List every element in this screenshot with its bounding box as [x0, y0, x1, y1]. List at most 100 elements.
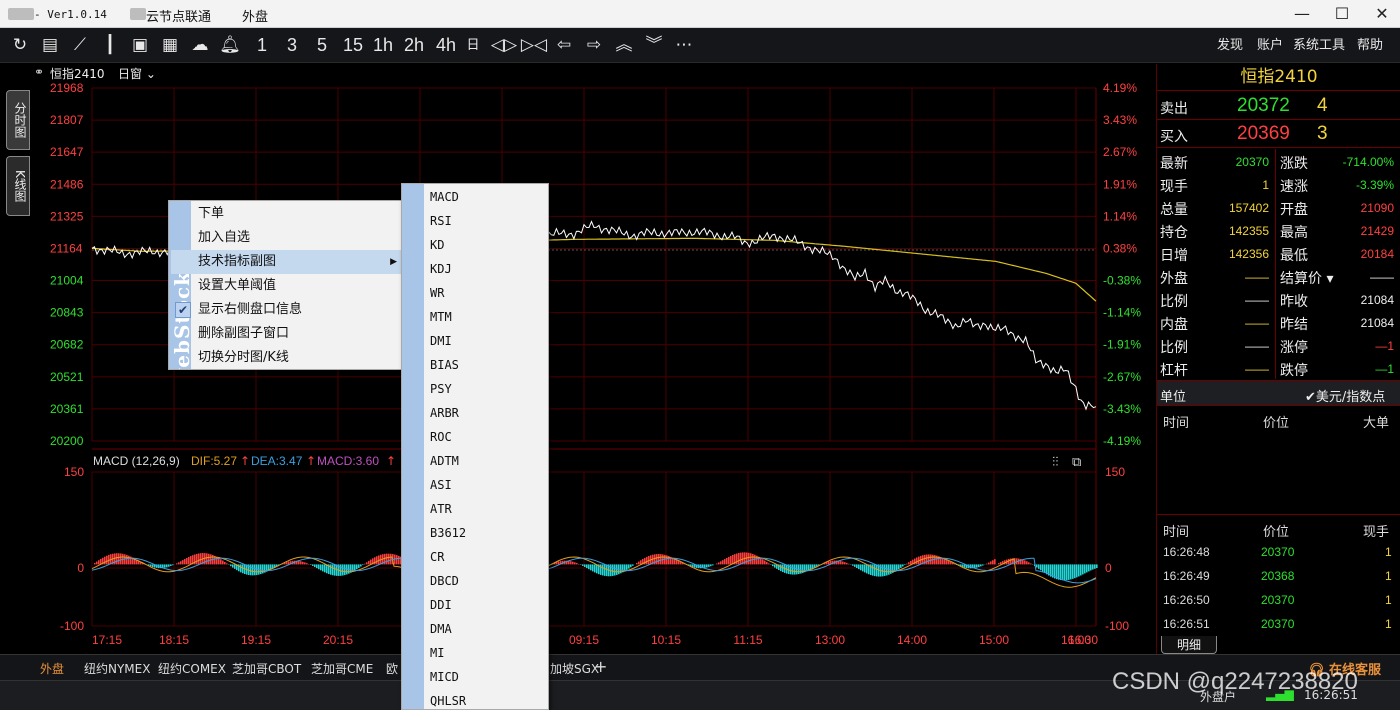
quote-row: 比例 —— 涨停 —1: [1157, 334, 1400, 357]
submenu-item-dbcd[interactable]: DBCD: [404, 569, 548, 593]
quote-row: 总量 157402 开盘 21090: [1157, 196, 1400, 219]
submenu-item-macd[interactable]: MACD: [404, 185, 548, 209]
submenu-item-dmi[interactable]: DMI: [404, 329, 548, 353]
submenu-item-atr[interactable]: ATR: [404, 497, 548, 521]
macd-bar: [1072, 564, 1074, 579]
macd-bar: [898, 564, 900, 570]
macd-bar: [1080, 564, 1082, 576]
submenu-item-cr[interactable]: CR: [404, 545, 548, 569]
macd-bar: [260, 564, 262, 575]
add-tab-button[interactable]: +: [594, 657, 607, 676]
submenu-item-rsi[interactable]: RSI: [404, 209, 548, 233]
y-pct-label: 3.43%: [1103, 113, 1137, 127]
status-time: 16:26:51: [1304, 688, 1358, 702]
x-tick-label: 11:15: [733, 633, 762, 647]
submenu-item-adtm[interactable]: ADTM: [404, 449, 548, 473]
submenu-item-asi[interactable]: ASI: [404, 473, 548, 497]
submenu-item-kd[interactable]: KD: [404, 233, 548, 257]
bottom-tab-comex[interactable]: 纽约COMEX: [158, 660, 226, 677]
checkmark-icon: ✔: [175, 302, 191, 318]
submenu-item-kdj[interactable]: KDJ: [404, 257, 548, 281]
macd-bar: [1024, 560, 1026, 565]
bottom-tab-sgx[interactable]: 加坡SGX: [550, 660, 599, 677]
bottom-tab-cbot[interactable]: 芝加哥CBOT: [232, 660, 301, 677]
y-tick-label: 21807: [50, 113, 84, 127]
y-pct-label: 1.14%: [1103, 209, 1137, 223]
x-tick-label: 19:15: [241, 633, 271, 647]
macd-bar: [716, 563, 718, 565]
x-tick-label: 17:15: [92, 633, 122, 647]
macd-bar: [184, 559, 186, 565]
macd-bar: [1044, 564, 1046, 574]
submenu-item-micd[interactable]: MICD: [404, 665, 548, 689]
macd-bar: [374, 557, 376, 565]
quote-label: 开盘: [1280, 202, 1308, 218]
macd-bar: [1092, 564, 1094, 570]
menu-item-place-order[interactable]: 下单: [171, 202, 403, 226]
macd-bar: [704, 564, 706, 568]
macd-bar: [626, 564, 628, 570]
quote-value: 157402: [1228, 201, 1269, 215]
menu-item-delete-subchart[interactable]: 删除副图子窗口: [171, 322, 403, 346]
submenu-item-mtm[interactable]: MTM: [404, 305, 548, 329]
macd-bar: [1068, 564, 1070, 580]
y-tick-label: 20200: [50, 434, 84, 448]
x-tick-label: 18:15: [159, 633, 189, 647]
macd-bar: [1066, 564, 1068, 581]
window-restore-icon[interactable]: ⧉: [1072, 455, 1081, 470]
tick-time: 16:26:49: [1163, 569, 1210, 583]
menu-item-big-order-threshold[interactable]: 设置大单阈值: [171, 274, 403, 298]
online-service-label: 在线客服: [1329, 663, 1382, 678]
bottom-tab-europe[interactable]: 欧: [386, 660, 398, 677]
submenu-item-dma[interactable]: DMA: [404, 617, 548, 641]
menu-item-add-watchlist[interactable]: 加入自选: [171, 226, 403, 250]
submenu-item-roc[interactable]: ROC: [404, 425, 548, 449]
y-pct-label: -4.19%: [1103, 434, 1141, 448]
buy-row[interactable]: 买入 20369 3: [1157, 121, 1400, 148]
submenu-item-mi[interactable]: MI: [404, 641, 548, 665]
submenu-item-psy[interactable]: PSY: [404, 377, 548, 401]
macd-bar: [342, 564, 344, 576]
macd-y-label: 150: [1105, 465, 1125, 479]
macd-bar: [226, 563, 228, 565]
menu-item-show-quote-label: 显示右侧盘口信息: [198, 302, 303, 317]
macd-bar: [726, 557, 728, 565]
macd-bar: [360, 564, 362, 567]
macd-bar: [692, 564, 694, 568]
menu-item-show-quote-panel[interactable]: ✔ 显示右侧盘口信息: [171, 298, 403, 322]
macd-bar: [356, 564, 358, 570]
submenu-item-ddi[interactable]: DDI: [404, 593, 548, 617]
x-tick-label: 13:00: [815, 633, 845, 647]
detail-tab[interactable]: 明细: [1161, 636, 1217, 654]
bottom-tab-foreign[interactable]: 外盘: [40, 660, 64, 677]
bottom-tab-cme[interactable]: 芝加哥CME: [311, 660, 373, 677]
quote-label: 比例: [1160, 340, 1188, 356]
macd-bar: [906, 563, 908, 565]
macd-bar: [780, 564, 782, 572]
online-service-link[interactable]: 🎧︎ 在线客服: [1308, 659, 1381, 678]
submenu-item-arbr[interactable]: ARBR: [404, 401, 548, 425]
macd-bar: [558, 561, 560, 565]
macd-bar: [116, 553, 118, 565]
macd-histogram: [94, 552, 1098, 581]
unit-value[interactable]: ✔美元/指数点: [1305, 386, 1385, 405]
menu-item-indicator-subchart[interactable]: 技术指标副图 ▶: [171, 250, 403, 274]
settings-sliders-icon[interactable]: ⫶⫶: [1052, 455, 1059, 470]
tick-volume: 1: [1385, 593, 1392, 607]
macd-bar: [844, 562, 846, 565]
macd-bar: [152, 564, 154, 568]
macd-bar: [358, 564, 360, 568]
bottom-tab-nymex[interactable]: 纽约NYMEX: [84, 660, 150, 677]
macd-bar: [890, 564, 892, 574]
submenu-item-b3612[interactable]: B3612: [404, 521, 548, 545]
sell-row[interactable]: 卖出 20372 4: [1157, 93, 1400, 120]
menu-item-toggle-chart[interactable]: 切换分时图/K线: [171, 346, 403, 370]
macd-bar: [928, 554, 930, 565]
submenu-item-qhlsr[interactable]: QHLSR: [404, 689, 548, 709]
submenu-item-bias[interactable]: BIAS: [404, 353, 548, 377]
macd-bar: [712, 564, 714, 566]
macd-bar: [640, 560, 642, 565]
macd-bar: [710, 564, 712, 567]
macd-bar: [862, 564, 864, 572]
submenu-item-wr[interactable]: WR: [404, 281, 548, 305]
